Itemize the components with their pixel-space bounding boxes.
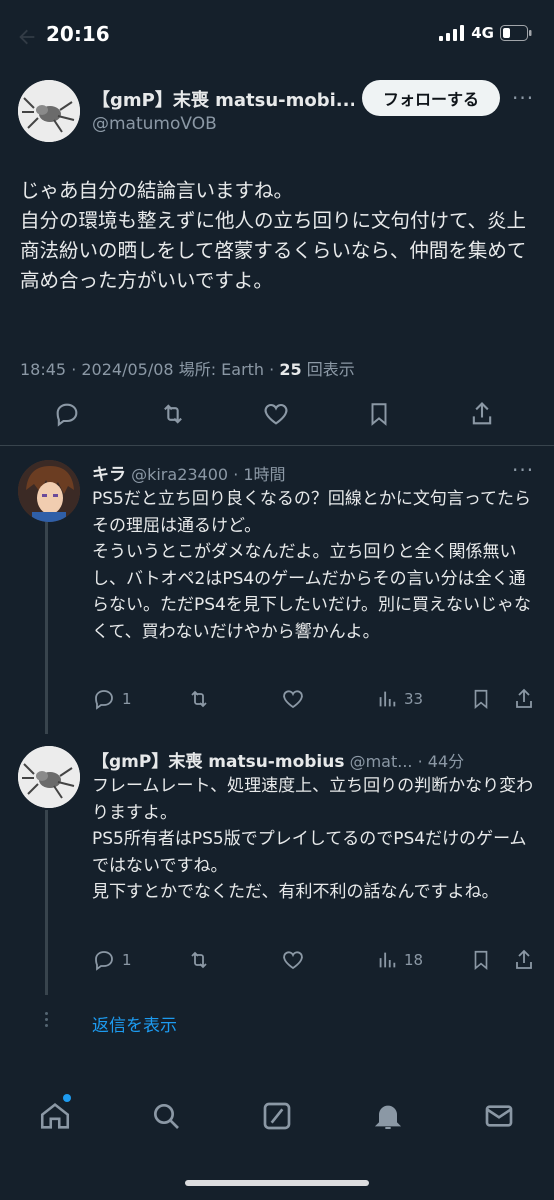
reply-bookmark-button[interactable] <box>470 687 492 711</box>
bookmark-icon <box>474 689 488 710</box>
reply-icon <box>95 951 113 971</box>
tab-notifications[interactable] <box>358 1080 418 1152</box>
reply-like-button[interactable] <box>280 948 306 972</box>
repost-button[interactable] <box>158 400 188 428</box>
share-button[interactable] <box>468 400 496 428</box>
bookmark-icon <box>474 950 488 971</box>
insect-avatar-image <box>18 80 80 142</box>
tab-messages[interactable] <box>469 1080 529 1152</box>
heart-icon <box>283 951 303 970</box>
share-icon <box>472 402 492 425</box>
section-divider <box>0 445 554 446</box>
reply-repost-button[interactable] <box>186 948 212 972</box>
tab-home[interactable] <box>25 1080 85 1152</box>
views-chart-icon <box>379 952 396 968</box>
status-time: 20:16 <box>46 22 110 46</box>
main-tweet-actions <box>0 390 554 440</box>
home-icon <box>40 1103 70 1129</box>
home-unread-dot <box>63 1094 71 1102</box>
views-chart-icon <box>379 691 396 707</box>
reply-count: 1 <box>122 690 132 708</box>
tab-grok[interactable] <box>247 1080 307 1152</box>
home-indicator <box>185 1180 369 1186</box>
reply-actions: 1 33 <box>0 684 554 716</box>
share-icon <box>516 949 532 969</box>
reply-button[interactable] <box>53 400 81 428</box>
grok-icon <box>263 1102 291 1130</box>
views-count: 25 <box>279 360 302 379</box>
reply-handle[interactable]: @mat... <box>350 752 413 771</box>
status-indicators: 4G <box>439 24 532 42</box>
tweet-text: じゃあ自分の結論言いますね。 自分の環境も整えずに他人の立ち回りに文句付けて、炎… <box>20 179 527 292</box>
reply-avatar-matsu[interactable] <box>18 746 80 808</box>
reply-header: 【gmP】末喪 matsu-mobius @mat... · 44分 <box>92 752 465 772</box>
reply-icon <box>95 690 113 710</box>
heart-icon <box>264 403 288 425</box>
reply-avatar-kira[interactable] <box>18 460 80 522</box>
tab-search[interactable] <box>136 1080 196 1152</box>
signal-icon <box>439 25 465 41</box>
insect-avatar-image <box>18 746 80 808</box>
reply-repost-button[interactable] <box>186 687 212 711</box>
bottom-tab-bar <box>0 1080 554 1152</box>
like-button[interactable] <box>261 400 291 428</box>
search-icon <box>154 1104 179 1129</box>
bookmark-button[interactable] <box>366 400 392 428</box>
author-display-name[interactable]: 【gmP】末喪 matsu-mobi... <box>92 86 354 112</box>
author-handle[interactable]: @matumoVOB <box>92 114 217 134</box>
tweet-date[interactable]: 2024/05/08 <box>81 360 173 379</box>
battery-icon <box>500 25 532 41</box>
reply-reply-button[interactable]: 1 <box>92 948 132 972</box>
reply-age[interactable]: 44分 <box>428 752 464 771</box>
reply-text: フレームレート、処理速度上、立ち回りの判断かなり変わりますよ。 PS5所有者はP… <box>92 776 534 902</box>
messages-icon <box>485 1105 513 1127</box>
follow-button[interactable]: フォローする <box>362 80 500 116</box>
network-label: 4G <box>471 24 494 42</box>
back-arrow-icon <box>19 29 35 45</box>
more-options-icon[interactable]: ··· <box>512 86 534 110</box>
reply-views-button[interactable]: 33 <box>376 687 423 711</box>
reply-text: PS5だと立ち回り良くなるの？回線とかに文句言ってたらその理屈は通るけど。 そう… <box>92 489 532 642</box>
reply-display-name[interactable]: 【gmP】末喪 matsu-mobius <box>92 752 344 772</box>
share-icon <box>516 688 532 708</box>
author-avatar[interactable] <box>18 80 80 142</box>
reply-view-count: 18 <box>404 951 424 969</box>
reply-icon <box>56 403 78 427</box>
reply-actions: 1 18 <box>0 945 554 977</box>
anime-avatar-image <box>18 460 80 522</box>
repost-icon <box>191 690 207 708</box>
tweet-location: 場所: Earth <box>178 360 265 379</box>
tweet-meta: 18:45 · 2024/05/08 場所: Earth · 25 回表示 <box>20 360 355 379</box>
reply-like-button[interactable] <box>280 687 306 711</box>
views-label: 回表示 <box>306 360 355 379</box>
reply-bookmark-button[interactable] <box>470 948 492 972</box>
repost-icon <box>191 951 207 969</box>
reply-share-button[interactable] <box>512 948 536 972</box>
reply-view-count: 33 <box>404 690 424 708</box>
reply-display-name[interactable]: キラ <box>92 465 126 485</box>
reply-age[interactable]: 1時間 <box>243 465 285 484</box>
reply-more-icon[interactable]: ··· <box>512 458 534 482</box>
show-replies-link[interactable]: 返信を表示 <box>92 1011 177 1036</box>
reply-views-button[interactable]: 18 <box>376 948 423 972</box>
reply-share-button[interactable] <box>512 687 536 711</box>
reply-reply-button[interactable]: 1 <box>92 687 132 711</box>
notifications-icon <box>374 1105 402 1129</box>
thread-continuation-dots <box>45 1012 49 1027</box>
reply-count: 1 <box>122 951 132 969</box>
repost-icon <box>164 404 182 424</box>
heart-icon <box>283 690 303 709</box>
bookmark-icon <box>371 403 387 426</box>
reply-handle[interactable]: @kira23400 <box>131 465 228 484</box>
reply-header: キラ @kira23400 · 1時間 <box>92 465 286 485</box>
tweet-time[interactable]: 18:45 <box>20 360 66 379</box>
